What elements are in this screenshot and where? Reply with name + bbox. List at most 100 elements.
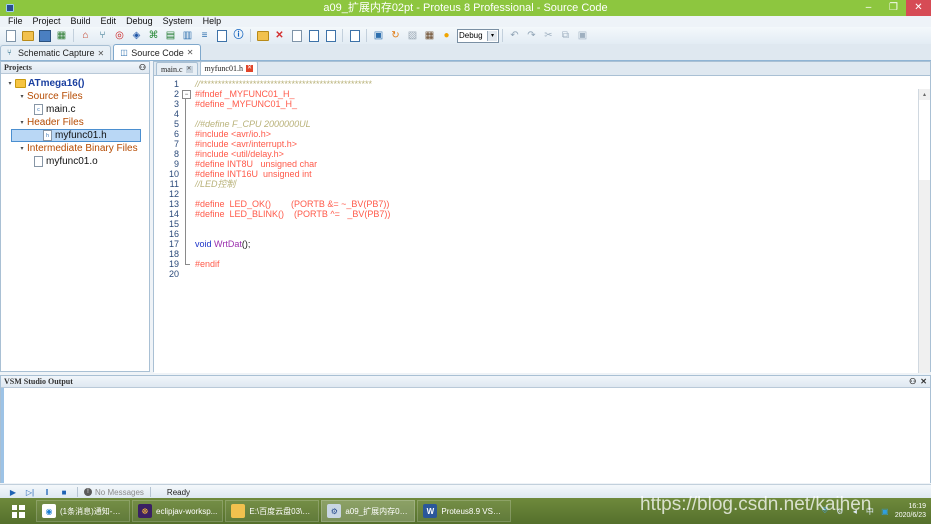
build-project-icon[interactable]: ▧ xyxy=(405,28,420,43)
redo-icon[interactable]: ↷ xyxy=(524,28,539,43)
source-code-icon[interactable]: ≡ xyxy=(197,28,212,43)
pin-icon[interactable]: ⚇ xyxy=(139,63,146,72)
twisty-icon[interactable]: ▾ xyxy=(17,145,27,152)
code-line[interactable] xyxy=(195,219,930,229)
close-icon[interactable]: ✕ xyxy=(187,48,194,57)
fold-collapse-icon[interactable]: − xyxy=(182,90,191,99)
open-project-icon[interactable] xyxy=(20,28,35,43)
code-line[interactable] xyxy=(195,269,930,279)
debug-target-icon[interactable]: ● xyxy=(439,28,454,43)
start-button[interactable] xyxy=(0,498,36,524)
run-button[interactable]: ▶ xyxy=(6,486,20,498)
code-line[interactable]: #define LED_BLINK() (PORTB ^= _BV(PB7)) xyxy=(195,209,930,219)
code-line[interactable]: void WrtDat(); xyxy=(195,239,930,249)
code-line[interactable]: //**************************************… xyxy=(195,79,930,89)
tree-node-source-files[interactable]: ▾ Source Files xyxy=(3,90,147,103)
code-area[interactable]: 1 2 3 4 5 6 7 8 9 10 11 12 13 14 15 16 17 18 19 20 − //****… xyxy=(154,76,930,373)
taskbar-item-word-document[interactable]: W Proteus8.9 VSM... xyxy=(417,500,512,522)
tree-node-main-c[interactable]: c main.c xyxy=(3,103,147,116)
code-line[interactable]: //#define F_CPU 2000000UL xyxy=(195,119,930,129)
menu-project[interactable]: Project xyxy=(28,16,66,27)
taskbar-clock[interactable]: 16:19 2020/6/23 xyxy=(895,502,926,520)
project-settings-icon[interactable] xyxy=(347,28,362,43)
fold-marker[interactable]: − xyxy=(182,89,191,99)
paste-icon[interactable]: ▣ xyxy=(575,28,590,43)
compile-icon[interactable]: ▣ xyxy=(371,28,386,43)
new-file-icon[interactable] xyxy=(289,28,304,43)
new-project-icon[interactable] xyxy=(3,28,18,43)
code-line[interactable]: #endif xyxy=(195,259,930,269)
code-line[interactable]: #define LED_OK() (PORTB &= ~_BV(PB7)) xyxy=(195,199,930,209)
settings-icon[interactable]: ⚙ xyxy=(835,506,845,516)
minimize-button[interactable]: – xyxy=(856,0,881,16)
code-line[interactable] xyxy=(195,189,930,199)
tree-node-atmega16[interactable]: ▾ ATmega16() xyxy=(3,77,147,90)
schematic-capture-icon[interactable]: ⑂ xyxy=(95,28,110,43)
menu-edit[interactable]: Edit xyxy=(96,16,122,27)
code-folding-margin[interactable]: − xyxy=(182,76,191,373)
twisty-icon[interactable]: ▾ xyxy=(5,80,15,87)
rebuild-icon[interactable]: ↻ xyxy=(388,28,403,43)
ime-icon[interactable]: 中 xyxy=(865,506,875,516)
home-icon[interactable]: ⌂ xyxy=(78,28,93,43)
code-line[interactable]: #define _MYFUNC01_H_ xyxy=(195,99,930,109)
doc-tab-main-c[interactable]: main.c ✕ xyxy=(156,62,198,75)
restore-button[interactable]: ❐ xyxy=(881,0,906,16)
menu-file[interactable]: File xyxy=(3,16,28,27)
undo-icon[interactable]: ↶ xyxy=(507,28,522,43)
code-line[interactable]: #include <util/delay.h> xyxy=(195,149,930,159)
close-icon[interactable]: ✕ xyxy=(185,65,193,73)
taskbar-item-eclipse[interactable]: ☸ eclipjav-worksp... xyxy=(132,500,224,522)
tree-node-header-files[interactable]: ▾ Header Files xyxy=(3,116,147,129)
help-icon[interactable]: ⓘ xyxy=(231,28,246,43)
chevron-down-icon[interactable]: ▾ xyxy=(487,30,497,41)
pause-button[interactable]: ‖ xyxy=(40,486,54,498)
menu-build[interactable]: Build xyxy=(66,16,96,27)
code-line[interactable]: //LED控制 xyxy=(195,179,930,189)
close-icon[interactable]: ✕ xyxy=(920,377,927,386)
security-shield-icon[interactable]: ⛨ xyxy=(820,506,830,516)
open-sample-icon[interactable] xyxy=(255,28,270,43)
taskbar-item-browser[interactable]: ◉ (1条消息)通知-浦... xyxy=(36,500,130,522)
output-panel-content[interactable] xyxy=(1,388,930,483)
tree-node-myfunc01-h[interactable]: h myfunc01.h xyxy=(11,129,141,142)
tree-node-intermediate-binary-files[interactable]: ▾ Intermediate Binary Files xyxy=(3,142,147,155)
code-line[interactable]: #include <avr/io.h> xyxy=(195,129,930,139)
code-line[interactable]: #include <avr/interrupt.h> xyxy=(195,139,930,149)
scrollbar-thumb[interactable] xyxy=(919,100,930,180)
report-icon[interactable] xyxy=(214,28,229,43)
step-button[interactable]: ▷| xyxy=(23,486,37,498)
clean-icon[interactable]: ▦ xyxy=(422,28,437,43)
menu-system[interactable]: System xyxy=(158,16,198,27)
code-text[interactable]: //**************************************… xyxy=(191,76,930,373)
copy-icon[interactable]: ⧉ xyxy=(558,28,573,43)
twisty-icon[interactable]: ▾ xyxy=(17,119,27,126)
gerber-viewer-icon[interactable]: ⌘ xyxy=(146,28,161,43)
volume-icon[interactable]: ◂ xyxy=(850,506,860,516)
tab-source-code[interactable]: ◫ Source Code ✕ xyxy=(113,44,201,60)
menu-help[interactable]: Help xyxy=(198,16,227,27)
design-explorer-icon[interactable]: ▥ xyxy=(180,28,195,43)
tree-node-myfunc01-o[interactable]: myfunc01.o xyxy=(3,155,147,168)
twisty-icon[interactable]: ▾ xyxy=(17,93,27,100)
tab-schematic-capture[interactable]: ⑂ Schematic Capture ✕ xyxy=(0,45,112,60)
doc-tab-myfunc01-h[interactable]: myfunc01.h ✕ xyxy=(199,61,258,75)
remove-file-icon[interactable] xyxy=(323,28,338,43)
editor-vertical-scrollbar[interactable]: ▴ ▾ xyxy=(918,89,930,373)
pcb-layout-icon[interactable]: ◎ xyxy=(112,28,127,43)
code-line[interactable] xyxy=(195,229,930,239)
save-all-icon[interactable]: ▦ xyxy=(54,28,69,43)
code-line[interactable] xyxy=(195,109,930,119)
taskbar-item-proteus-project[interactable]: ⚙ a09_扩展内存02... xyxy=(321,500,416,522)
code-line[interactable]: #ifndef _MYFUNC01_H_ xyxy=(195,89,930,99)
scroll-up-icon[interactable]: ▴ xyxy=(919,89,930,100)
stop-button[interactable]: ■ xyxy=(57,486,71,498)
cut-icon[interactable]: ✂ xyxy=(541,28,556,43)
close-icon[interactable]: ✕ xyxy=(98,49,105,58)
pin-icon[interactable]: ⚇ xyxy=(909,377,916,386)
menu-debug[interactable]: Debug xyxy=(121,16,158,27)
status-messages[interactable]: ! No Messages xyxy=(84,488,144,497)
code-line[interactable] xyxy=(195,249,930,259)
close-project-icon[interactable]: ✕ xyxy=(272,28,287,43)
build-configuration-select[interactable]: Debug ▾ xyxy=(457,28,499,43)
